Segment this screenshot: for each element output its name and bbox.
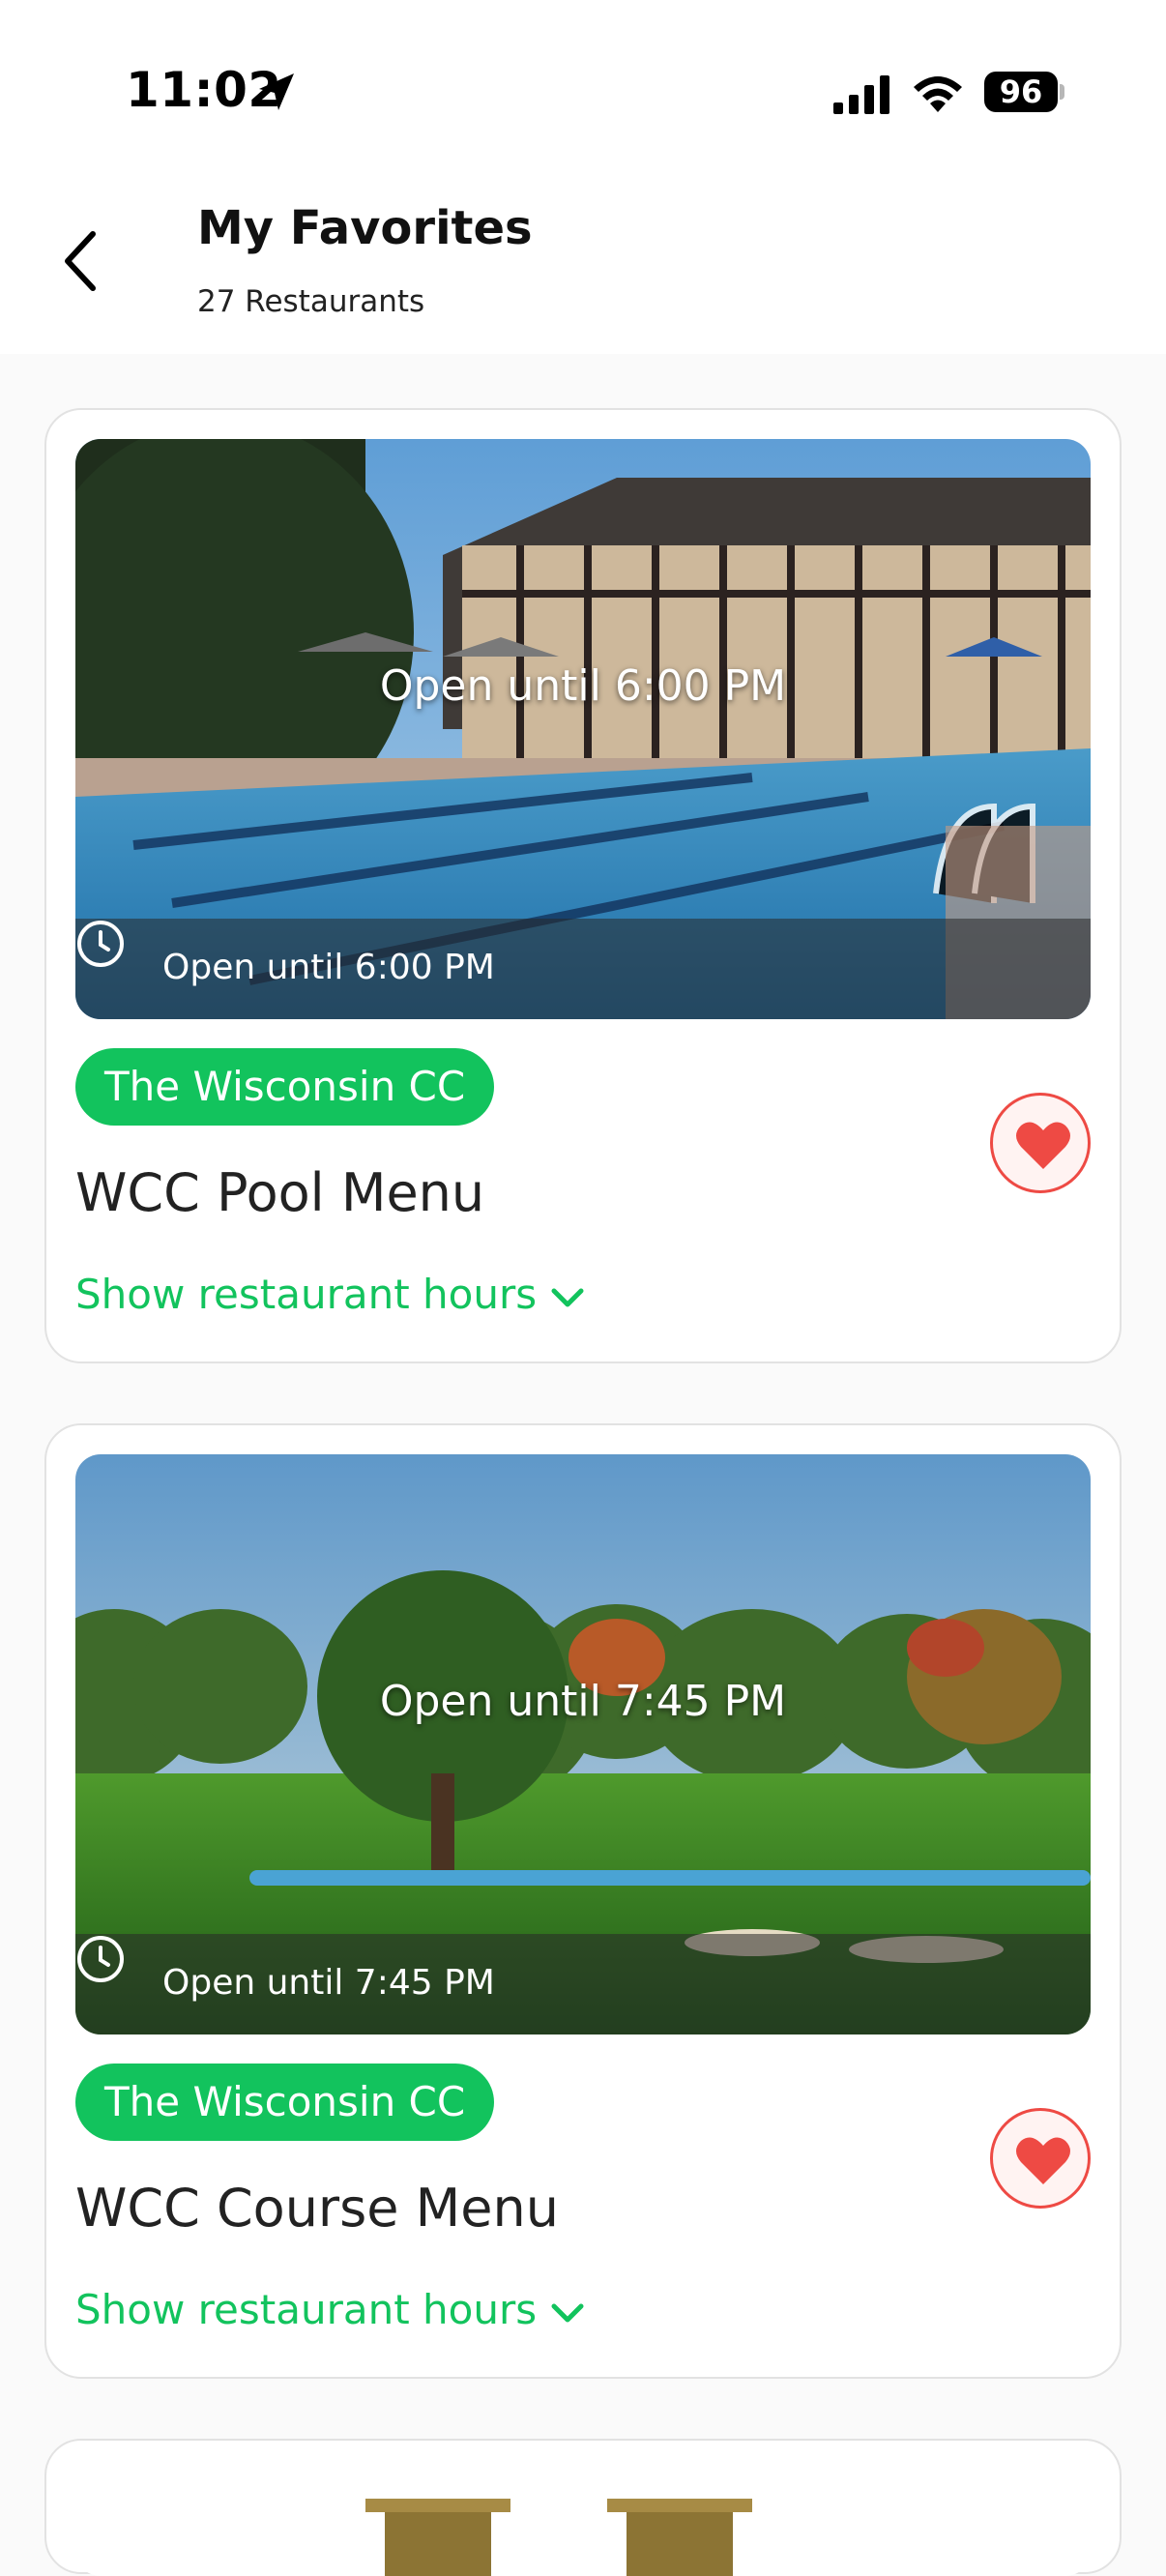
hours-text: Open until 7:45 PM: [162, 1963, 495, 2003]
restaurant-name: WCC Course Menu: [75, 2178, 559, 2239]
club-badge: The Wisconsin CC: [75, 1048, 495, 1126]
hours-strip: Open until 6:00 PM: [75, 919, 1091, 1019]
cellular-signal-icon: [833, 75, 889, 114]
wifi-icon: [914, 76, 962, 112]
hours-strip: Open until 7:45 PM: [75, 1934, 1091, 2034]
restaurant-image[interactable]: Open until 6:00 PM Open until 6:00 PM: [75, 439, 1091, 1019]
restaurant-name: WCC Pool Menu: [75, 1162, 485, 1223]
logo-photo: [365, 2499, 752, 2576]
favorite-button[interactable]: [990, 1093, 1091, 1193]
restaurant-card[interactable]: Open until 7:45 PM Open until 7:45 PM Th…: [44, 1423, 1122, 2379]
favorite-button[interactable]: [990, 2108, 1091, 2209]
clock-icon: [77, 1936, 124, 1982]
page-subtitle: 27 Restaurants: [197, 284, 425, 319]
chevron-down-icon: [551, 2303, 584, 2322]
show-hours-toggle[interactable]: Show restaurant hours: [75, 1271, 585, 1329]
battery-tip: [1060, 84, 1064, 100]
restaurant-card[interactable]: Open until 6:00 PM Open until 6:00 PM Th…: [44, 408, 1122, 1363]
show-hours-toggle[interactable]: Show restaurant hours: [75, 2286, 585, 2344]
club-badge: The Wisconsin CC: [75, 2064, 495, 2141]
page-title: My Favorites: [197, 201, 533, 255]
show-hours-label: Show restaurant hours: [75, 2286, 538, 2333]
location-arrow-icon: [259, 73, 294, 110]
image-overlay-text: Open until 6:00 PM: [379, 661, 787, 711]
clock-icon: [77, 921, 124, 967]
page-header: My Favorites 27 Restaurants: [0, 184, 1166, 354]
back-button[interactable]: [50, 222, 112, 300]
heart-icon: [1016, 1122, 1070, 1169]
restaurant-card[interactable]: [44, 2439, 1122, 2576]
status-bar: 11:02 96: [0, 0, 1166, 184]
show-hours-label: Show restaurant hours: [75, 1271, 538, 1318]
restaurant-image[interactable]: Open until 7:45 PM Open until 7:45 PM: [75, 1454, 1091, 2034]
battery-indicator: 96: [984, 72, 1058, 112]
image-overlay-text: Open until 7:45 PM: [379, 1677, 787, 1726]
restaurant-image[interactable]: [75, 2470, 1091, 2576]
chevron-down-icon: [551, 1288, 584, 1306]
hours-text: Open until 6:00 PM: [162, 948, 495, 987]
heart-icon: [1016, 2137, 1070, 2184]
